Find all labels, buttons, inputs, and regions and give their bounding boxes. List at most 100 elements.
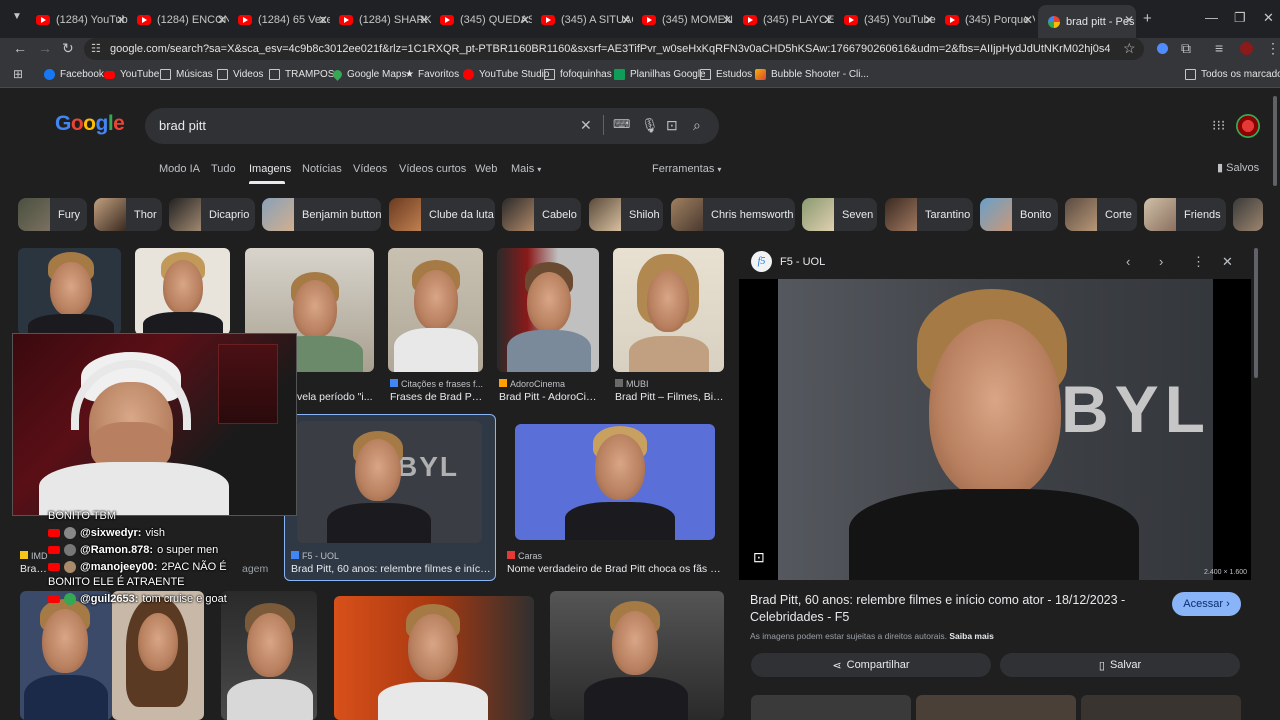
browser-tab[interactable]: (345) QUEDAS ✕ [440, 8, 532, 32]
close-tab-icon[interactable]: ✕ [520, 13, 530, 27]
lens-camera-icon[interactable]: ⊡ [666, 117, 678, 134]
close-tab-icon[interactable]: ✕ [419, 13, 429, 27]
url-text[interactable]: google.com/search?sa=X&sca_esv=4c9b8c301… [110, 43, 1110, 55]
search-box[interactable] [145, 108, 719, 144]
chip-friends[interactable]: Friends [1144, 198, 1226, 231]
close-panel-icon[interactable]: ✕ [1222, 254, 1233, 270]
result-image[interactable] [135, 248, 230, 335]
search-input[interactable]: brad pitt [159, 118, 206, 133]
tab-imagens[interactable]: Imagens [249, 163, 291, 175]
browser-tab[interactable]: (1284) SHARK ✕ [339, 8, 431, 32]
result-title[interactable]: Nome verdadeiro de Brad Pitt choca os fã… [507, 563, 721, 575]
extensions-puzzle-icon[interactable]: ⧉ [1181, 40, 1191, 57]
bookmark-youtube[interactable]: YouTube [104, 69, 159, 80]
browser-tab[interactable]: (1284) ENCON ✕ [137, 8, 229, 32]
result-title[interactable]: Frases de Brad Pit... [390, 391, 483, 403]
browser-tab[interactable]: (345) MOMEN ✕ [642, 8, 734, 32]
microphone-icon[interactable]: 🎙 [641, 117, 659, 134]
result-image[interactable] [18, 248, 121, 335]
minimize-icon[interactable]: — [1205, 10, 1218, 25]
new-tab-icon[interactable]: + [1143, 10, 1152, 27]
more-options-icon[interactable]: ⋮ [1192, 254, 1205, 270]
browser-tab-active[interactable]: brad pitt - Pes ✕ [1038, 5, 1136, 38]
tab-modo-ia[interactable]: Modo IA [159, 163, 200, 175]
close-tab-icon[interactable]: ✕ [722, 13, 732, 27]
extension-icon[interactable] [1157, 43, 1168, 54]
forward-icon[interactable]: → [38, 40, 52, 56]
next-image-icon[interactable]: › [1159, 254, 1163, 269]
bookmark-folder-estudos[interactable]: Estudos [700, 69, 752, 80]
bookmark-folder-videos[interactable]: Videos [217, 69, 263, 80]
tab-noticias[interactable]: Notícias [302, 163, 342, 175]
chip-fury[interactable]: Fury [18, 198, 87, 231]
chip-clube-da-luta[interactable]: Clube da luta [389, 198, 495, 231]
keyboard-icon[interactable]: ⌨ [613, 117, 630, 131]
chip-partial[interactable] [1233, 198, 1263, 231]
related-image[interactable] [751, 695, 911, 720]
close-window-icon[interactable]: ✕ [1263, 10, 1274, 26]
result-title[interactable]: Brad Pitt, 60 anos: relembre filmes e in… [291, 563, 491, 575]
learn-more-link[interactable]: Saiba mais [949, 631, 993, 641]
browser-tab[interactable]: (345) A SITUAÇ ✕ [541, 8, 633, 32]
result-image[interactable] [613, 248, 724, 372]
site-info-icon[interactable]: ☷ [91, 42, 101, 55]
result-image[interactable] [221, 591, 317, 720]
result-image[interactable] [497, 248, 599, 372]
result-image[interactable] [388, 248, 483, 372]
close-tab-icon[interactable]: ✕ [116, 13, 126, 27]
bookmark-all-bookmarks[interactable]: Todos os marcadores [1185, 69, 1280, 80]
close-tab-icon[interactable]: ✕ [1023, 13, 1033, 27]
previous-image-icon[interactable]: ‹ [1126, 254, 1130, 269]
bookmark-folder-trampos[interactable]: TRAMPOS [269, 69, 334, 80]
chip-cabelo[interactable]: Cabelo [502, 198, 581, 231]
tab-tudo[interactable]: Tudo [211, 163, 236, 175]
tab-videos[interactable]: Vídeos [353, 163, 387, 175]
result-image[interactable] [515, 424, 715, 540]
profile-avatar[interactable] [1240, 42, 1253, 55]
clear-search-icon[interactable]: ✕ [580, 117, 592, 134]
result-title[interactable]: Brad Pitt – Filmes, Bio... [615, 391, 724, 403]
browser-tab[interactable]: (345) PLAYCEN ✕ [743, 8, 835, 32]
tab-mais[interactable]: Mais ▾ [511, 163, 541, 175]
reload-icon[interactable]: ↻ [62, 40, 74, 57]
panel-scrollbar[interactable] [1254, 248, 1258, 378]
account-avatar[interactable] [1236, 114, 1260, 138]
result-image[interactable] [20, 591, 112, 720]
save-button[interactable]: ▯ Salvar [1000, 653, 1240, 677]
close-tab-icon[interactable]: ✕ [823, 13, 833, 27]
chip-seven[interactable]: Seven [802, 198, 877, 231]
bookmark-bubble-shooter[interactable]: Bubble Shooter - Cli... [755, 69, 869, 80]
result-image[interactable] [334, 596, 534, 720]
related-image[interactable] [1081, 695, 1241, 720]
bookmark-star-icon[interactable]: ☆ [1123, 40, 1136, 57]
page-scrollbar[interactable] [1273, 96, 1277, 186]
tab-search-dropdown-icon[interactable]: ▼ [12, 11, 22, 22]
result-title[interactable]: Brad F [20, 563, 50, 575]
share-button[interactable]: ⋖ Compartilhar [751, 653, 991, 677]
google-logo[interactable]: Google [55, 112, 125, 136]
tools-button[interactable]: Ferramentas ▾ [652, 163, 721, 175]
bookmark-planilhas[interactable]: Planilhas Google [614, 69, 706, 80]
browser-tab[interactable]: (1284) YouTube ✕ [36, 8, 128, 32]
result-image[interactable] [112, 591, 204, 720]
close-tab-icon[interactable]: ✕ [318, 13, 328, 27]
tab-web[interactable]: Web [475, 163, 497, 175]
browser-tab[interactable]: (1284) 65 Veze ✕ [238, 8, 330, 32]
chip-benjamin-button[interactable]: Benjamin button [262, 198, 381, 231]
bookmark-favoritos[interactable]: ★ Favoritos [405, 69, 459, 80]
panel-title[interactable]: Brad Pitt, 60 anos: relembre filmes e in… [750, 592, 1150, 626]
lens-search-icon[interactable]: ⊡ [753, 549, 765, 566]
chip-bonito[interactable]: Bonito [980, 198, 1058, 231]
saved-button[interactable]: ▮ Salvos [1217, 161, 1259, 174]
chip-chris-hemsworth[interactable]: Chris hemsworth [671, 198, 795, 231]
close-tab-icon[interactable]: ✕ [1124, 13, 1134, 27]
search-icon[interactable]: ⌕ [693, 117, 701, 134]
back-icon[interactable]: ← [13, 40, 27, 56]
chip-thor[interactable]: Thor [94, 198, 162, 231]
browser-tab[interactable]: (345) YouTube ✕ [844, 8, 936, 32]
result-title[interactable]: Brad Pitt - AdoroCin... [499, 391, 599, 403]
panel-source-name[interactable]: F5 - UOL [780, 256, 825, 268]
bookmark-google-maps[interactable]: Google Maps [331, 68, 406, 81]
result-title[interactable]: velа período "i... [297, 391, 374, 403]
result-image[interactable] [550, 591, 724, 720]
